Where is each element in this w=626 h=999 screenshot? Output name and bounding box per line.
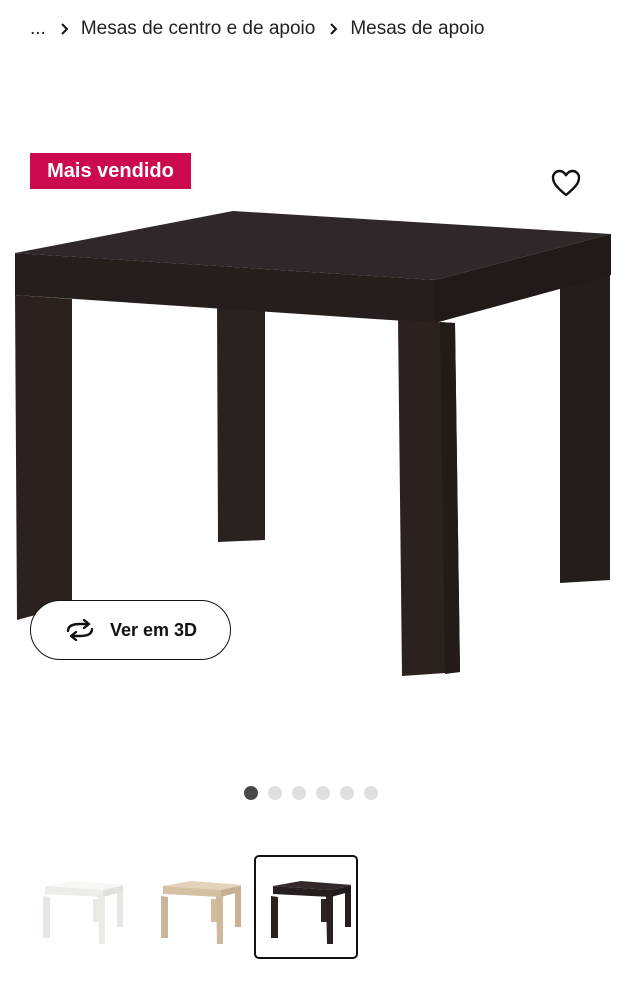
variant-thumbnails: [26, 855, 366, 959]
thumbnail-oak-effect[interactable]: [144, 855, 248, 959]
carousel-dot[interactable]: [268, 786, 282, 800]
carousel-dots: [244, 786, 378, 800]
view-3d-button[interactable]: Ver em 3D: [30, 600, 231, 660]
heart-icon: [551, 169, 581, 197]
chevron-right-icon: [60, 22, 69, 36]
thumbnail-white[interactable]: [26, 855, 130, 959]
favorite-button[interactable]: [549, 167, 583, 199]
best-seller-badge: Mais vendido: [30, 153, 191, 189]
breadcrumb-ellipsis[interactable]: ...: [30, 18, 46, 40]
view-3d-label: Ver em 3D: [109, 619, 198, 640]
breadcrumb: ... Mesas de centro e de apoio Mesas de …: [30, 18, 485, 40]
breadcrumb-item-mesas-centro-apoio[interactable]: Mesas de centro e de apoio: [81, 18, 316, 40]
carousel-dot[interactable]: [364, 786, 378, 800]
rotate-3d-icon: [64, 619, 96, 641]
carousel-dot[interactable]: [292, 786, 306, 800]
chevron-right-icon: [329, 22, 338, 36]
thumbnail-black-brown[interactable]: [254, 855, 358, 959]
breadcrumb-item-mesas-apoio[interactable]: Mesas de apoio: [350, 18, 484, 40]
carousel-dot[interactable]: [244, 786, 258, 800]
carousel-dot[interactable]: [340, 786, 354, 800]
carousel-dot[interactable]: [316, 786, 330, 800]
